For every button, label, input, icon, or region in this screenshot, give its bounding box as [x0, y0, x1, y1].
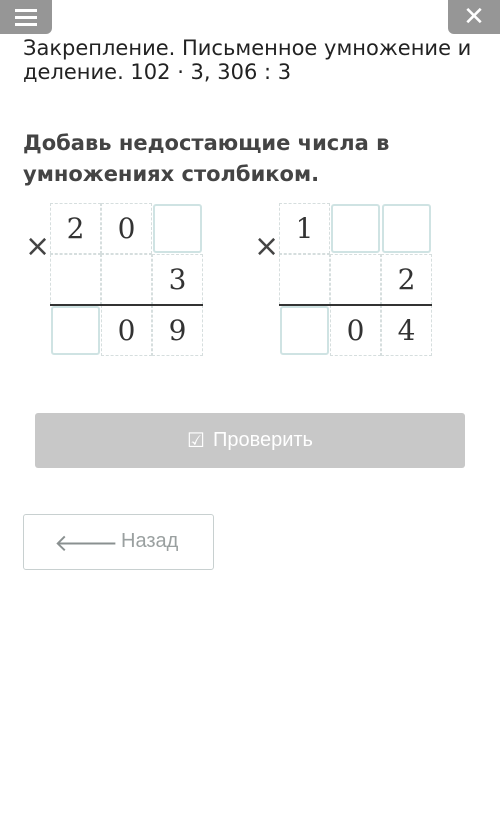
digit-cell: 0	[101, 305, 152, 356]
digit-input[interactable]	[280, 306, 329, 355]
column-multiplication-2: 1 2 0 4	[279, 203, 432, 356]
back-button[interactable]: 🡐 Назад	[23, 514, 214, 570]
back-button-label: Назад	[121, 530, 179, 552]
digit-input[interactable]	[331, 204, 380, 253]
arrow-left-icon: 🡐	[54, 530, 119, 557]
column-multiplication-1: 2 0 3 0 9	[50, 203, 203, 356]
digit-cell: 0	[101, 203, 152, 254]
digit-cell: 4	[381, 305, 432, 356]
close-button[interactable]: ✕	[448, 0, 500, 34]
digit-input[interactable]	[153, 204, 202, 253]
hamburger-icon	[15, 8, 37, 26]
close-icon: ✕	[463, 2, 485, 32]
digit-cell: 9	[152, 305, 203, 356]
digit-cell: 2	[381, 254, 432, 305]
empty-cell	[50, 254, 101, 305]
multiply-sign: ×	[254, 229, 280, 264]
result-line	[50, 304, 203, 306]
empty-cell	[330, 254, 381, 305]
digit-input[interactable]	[51, 306, 100, 355]
digit-cell: 3	[152, 254, 203, 305]
empty-cell	[101, 254, 152, 305]
result-line	[279, 304, 432, 306]
task-instruction: Добавь недостающие числа в умножениях ст…	[23, 131, 390, 186]
multiply-sign: ×	[25, 229, 51, 264]
menu-button[interactable]	[0, 0, 52, 34]
digit-cell: 2	[50, 203, 101, 254]
digit-cell: 0	[330, 305, 381, 356]
empty-cell	[279, 254, 330, 305]
digit-cell: 1	[279, 203, 330, 254]
check-square-icon: ☑	[187, 430, 205, 452]
digit-input[interactable]	[382, 204, 431, 253]
lesson-title: Закрепление. Письменное умножение и деле…	[23, 36, 472, 84]
check-button[interactable]: ☑ Проверить	[35, 413, 465, 468]
check-button-label: Проверить	[212, 429, 313, 451]
